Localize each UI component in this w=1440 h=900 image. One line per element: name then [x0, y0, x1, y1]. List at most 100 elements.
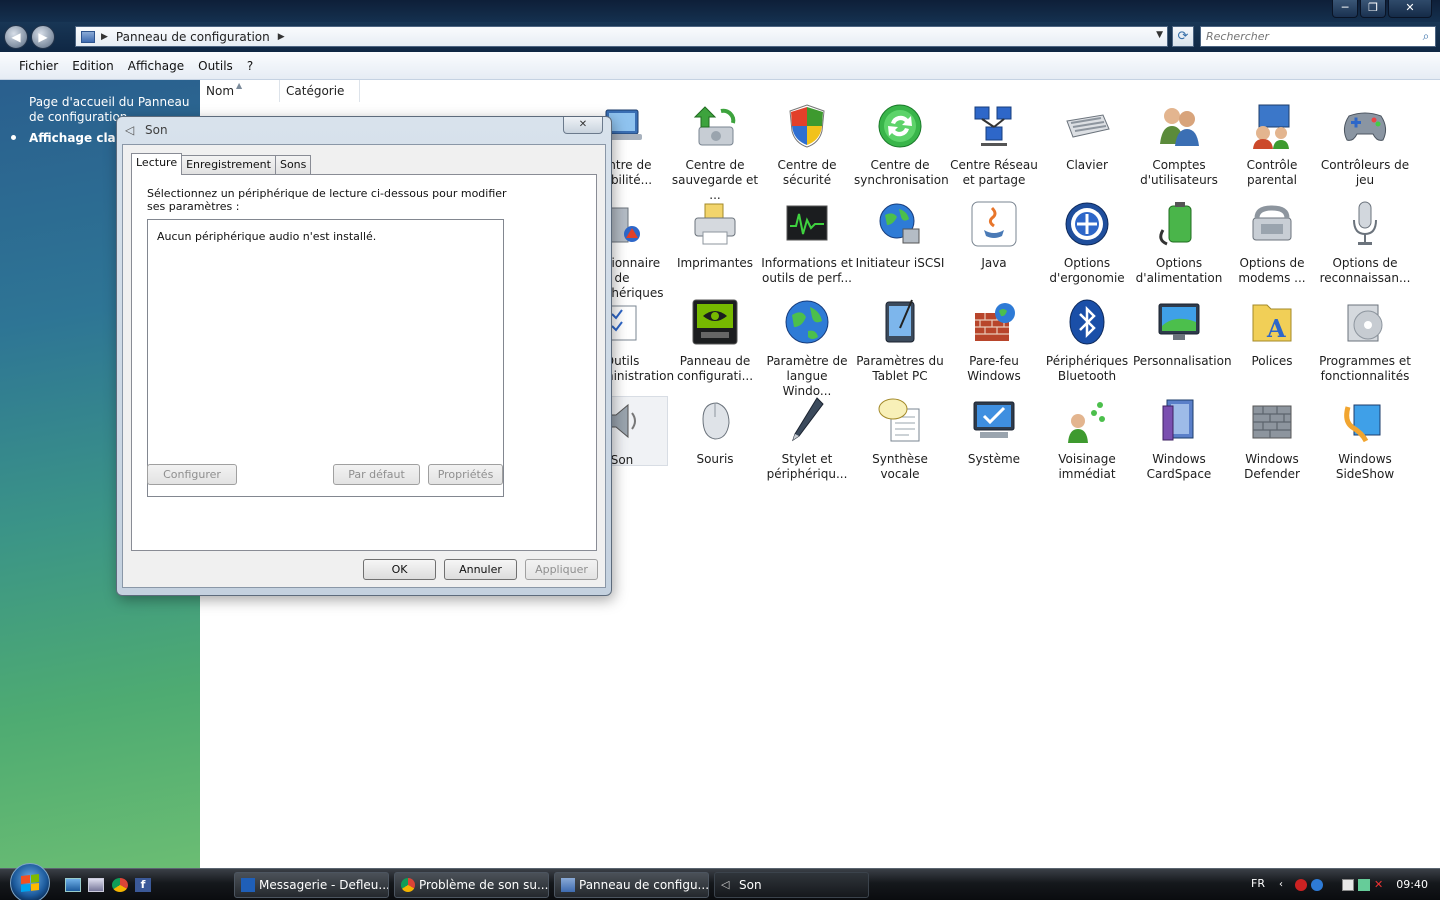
- gamepad-icon: [1341, 102, 1389, 150]
- item-mouse[interactable]: Souris: [669, 396, 761, 467]
- taskbar-button-sound[interactable]: ◁ Son: [714, 872, 869, 898]
- item-cardspace[interactable]: Windows CardSpace: [1133, 396, 1225, 482]
- item-label: Windows SideShow: [1335, 452, 1395, 481]
- item-programs[interactable]: Programmes et fonctionnalités: [1319, 298, 1411, 384]
- power-options-icon: [1155, 200, 1203, 248]
- no-device-message: Aucun périphérique audio n'est installé.: [157, 230, 377, 243]
- item-fonts[interactable]: A Polices: [1226, 298, 1318, 369]
- minimize-button[interactable]: ─: [1332, 0, 1358, 18]
- item-tablet-pc[interactable]: Paramètres du Tablet PC: [854, 298, 946, 384]
- language-indicator[interactable]: FR: [1251, 877, 1265, 890]
- item-ease-of-access[interactable]: Options d'ergonomie: [1041, 200, 1133, 286]
- search-box[interactable]: ⌕: [1200, 26, 1436, 47]
- tab-playback[interactable]: Lecture: [131, 153, 183, 175]
- item-iscsi[interactable]: Initiateur iSCSI: [854, 200, 946, 271]
- item-speech-recognition[interactable]: Options de reconnaissan...: [1319, 200, 1411, 286]
- item-nvidia-panel[interactable]: Panneau de configurati...: [669, 298, 761, 384]
- item-people-near-me[interactable]: Voisinage immédiat: [1041, 396, 1133, 482]
- refresh-button[interactable]: ⟳: [1172, 26, 1194, 47]
- item-power-options[interactable]: Options d'alimentation: [1133, 200, 1225, 286]
- device-list[interactable]: Aucun périphérique audio n'est installé.: [147, 219, 504, 497]
- title-bar: ─ ❐ ✕: [0, 0, 1440, 22]
- taskbar-button-outlook[interactable]: Messagerie - Defleu...: [234, 872, 389, 898]
- close-button[interactable]: ✕: [1388, 0, 1432, 18]
- item-windows-defender[interactable]: Windows Defender: [1226, 396, 1318, 482]
- chrome-icon[interactable]: [112, 878, 128, 892]
- taskbar-button-chrome[interactable]: Problème de son su...: [394, 872, 549, 898]
- menu-edit[interactable]: Edition: [65, 59, 121, 73]
- item-user-accounts[interactable]: Comptes d'utilisateurs: [1133, 102, 1225, 188]
- item-performance[interactable]: Informations et outils de perf...: [761, 200, 853, 286]
- item-parental-control[interactable]: Contrôle parental: [1226, 102, 1318, 188]
- item-firewall[interactable]: Pare-feu Windows: [948, 298, 1040, 384]
- menu-view[interactable]: Affichage: [121, 59, 191, 73]
- item-bluetooth[interactable]: Périphériques Bluetooth: [1041, 298, 1133, 384]
- address-dropdown-icon[interactable]: ▼: [1156, 30, 1163, 40]
- item-speech[interactable]: Synthèse vocale: [854, 396, 946, 482]
- tab-sounds[interactable]: Sons: [274, 155, 312, 174]
- breadcrumb-arrow-icon[interactable]: ▶: [101, 32, 108, 42]
- security-alert-icon[interactable]: [1295, 879, 1307, 891]
- item-pen-devices[interactable]: Stylet et périphériqu...: [761, 396, 853, 482]
- menu-help[interactable]: ?: [240, 59, 260, 73]
- breadcrumb-control-panel[interactable]: Panneau de configuration: [116, 30, 270, 44]
- item-security-center[interactable]: Centre de sécurité: [761, 102, 853, 188]
- clock[interactable]: 09:40: [1396, 878, 1428, 891]
- item-sideshow[interactable]: Windows SideShow: [1319, 396, 1411, 482]
- menu-tools[interactable]: Outils: [191, 59, 240, 73]
- item-backup-center[interactable]: Centre de sauvegarde et ...: [669, 102, 761, 203]
- network-status-icon[interactable]: [1311, 879, 1323, 891]
- show-desktop-icon[interactable]: [65, 878, 81, 892]
- breadcrumb-arrow-icon[interactable]: ▶: [278, 32, 285, 42]
- dialog-close-button[interactable]: ✕: [563, 117, 603, 134]
- menu-file[interactable]: Fichier: [12, 59, 65, 73]
- item-label: Imprimantes: [676, 256, 754, 270]
- item-label: Java: [981, 256, 1007, 270]
- ok-button[interactable]: OK: [363, 559, 436, 580]
- item-system[interactable]: Système: [948, 396, 1040, 467]
- item-network-center[interactable]: Centre Réseau et partage: [948, 102, 1040, 188]
- apply-button[interactable]: Appliquer: [525, 559, 598, 580]
- address-bar[interactable]: ▶ Panneau de configuration ▶ ▼: [75, 26, 1168, 47]
- item-label: Windows Defender: [1244, 452, 1300, 481]
- network-center-icon: [970, 102, 1018, 150]
- instruction-text: Sélectionnez un périphérique de lecture …: [147, 187, 507, 213]
- navigation-bar: ◀ ▶ ▶ Panneau de configuration ▶ ▼ ⟳ ⌕: [0, 22, 1440, 52]
- configure-button[interactable]: Configurer: [147, 464, 237, 485]
- tab-recording[interactable]: Enregistrement: [181, 155, 276, 174]
- taskbar-button-control-panel[interactable]: Panneau de configu...: [554, 872, 709, 898]
- item-game-controllers[interactable]: Contrôleurs de jeu: [1319, 102, 1411, 188]
- item-modem-options[interactable]: Options de modems ...: [1226, 200, 1318, 286]
- set-default-button[interactable]: Par défaut: [333, 464, 420, 485]
- firewall-icon: [970, 298, 1018, 346]
- dialog-title-bar[interactable]: ◁ Son ✕: [117, 117, 611, 143]
- taskbar-button-label: Panneau de configu...: [579, 878, 709, 892]
- back-button[interactable]: ◀: [4, 25, 28, 49]
- playback-panel: Sélectionnez un périphérique de lecture …: [131, 174, 597, 551]
- sort-ascending-icon: ▲: [236, 81, 243, 90]
- properties-button[interactable]: Propriétés: [428, 464, 503, 485]
- item-personalization[interactable]: Personnalisation: [1133, 298, 1232, 369]
- network-tray-icon[interactable]: [1358, 879, 1370, 891]
- item-label: Centre Réseau et partage: [950, 158, 1038, 187]
- start-button[interactable]: [10, 863, 50, 900]
- show-hidden-icons-icon[interactable]: ‹: [1279, 879, 1291, 891]
- search-input[interactable]: [1201, 27, 1417, 46]
- volume-muted-icon[interactable]: ✕: [1374, 879, 1386, 891]
- item-keyboard[interactable]: Clavier: [1041, 102, 1133, 173]
- cancel-button[interactable]: Annuler: [444, 559, 517, 580]
- item-printers[interactable]: Imprimantes: [669, 200, 761, 271]
- facebook-icon[interactable]: f: [135, 878, 151, 892]
- item-language-settings[interactable]: Paramètre de langue Windo...: [761, 298, 853, 399]
- item-sync-center[interactable]: Centre de synchronisation: [854, 102, 949, 188]
- column-header-name[interactable]: Nom ▲: [200, 80, 280, 102]
- column-header-category[interactable]: Catégorie: [280, 80, 360, 102]
- forward-button[interactable]: ▶: [31, 25, 55, 49]
- maximize-button[interactable]: ❐: [1360, 0, 1386, 18]
- search-icon[interactable]: ⌕: [1417, 29, 1435, 44]
- item-label: Options d'alimentation: [1135, 256, 1223, 285]
- item-java[interactable]: Java: [948, 200, 1040, 271]
- switch-windows-icon[interactable]: [88, 878, 104, 892]
- battery-icon[interactable]: [1342, 879, 1354, 891]
- column-category-label: Catégorie: [286, 84, 345, 98]
